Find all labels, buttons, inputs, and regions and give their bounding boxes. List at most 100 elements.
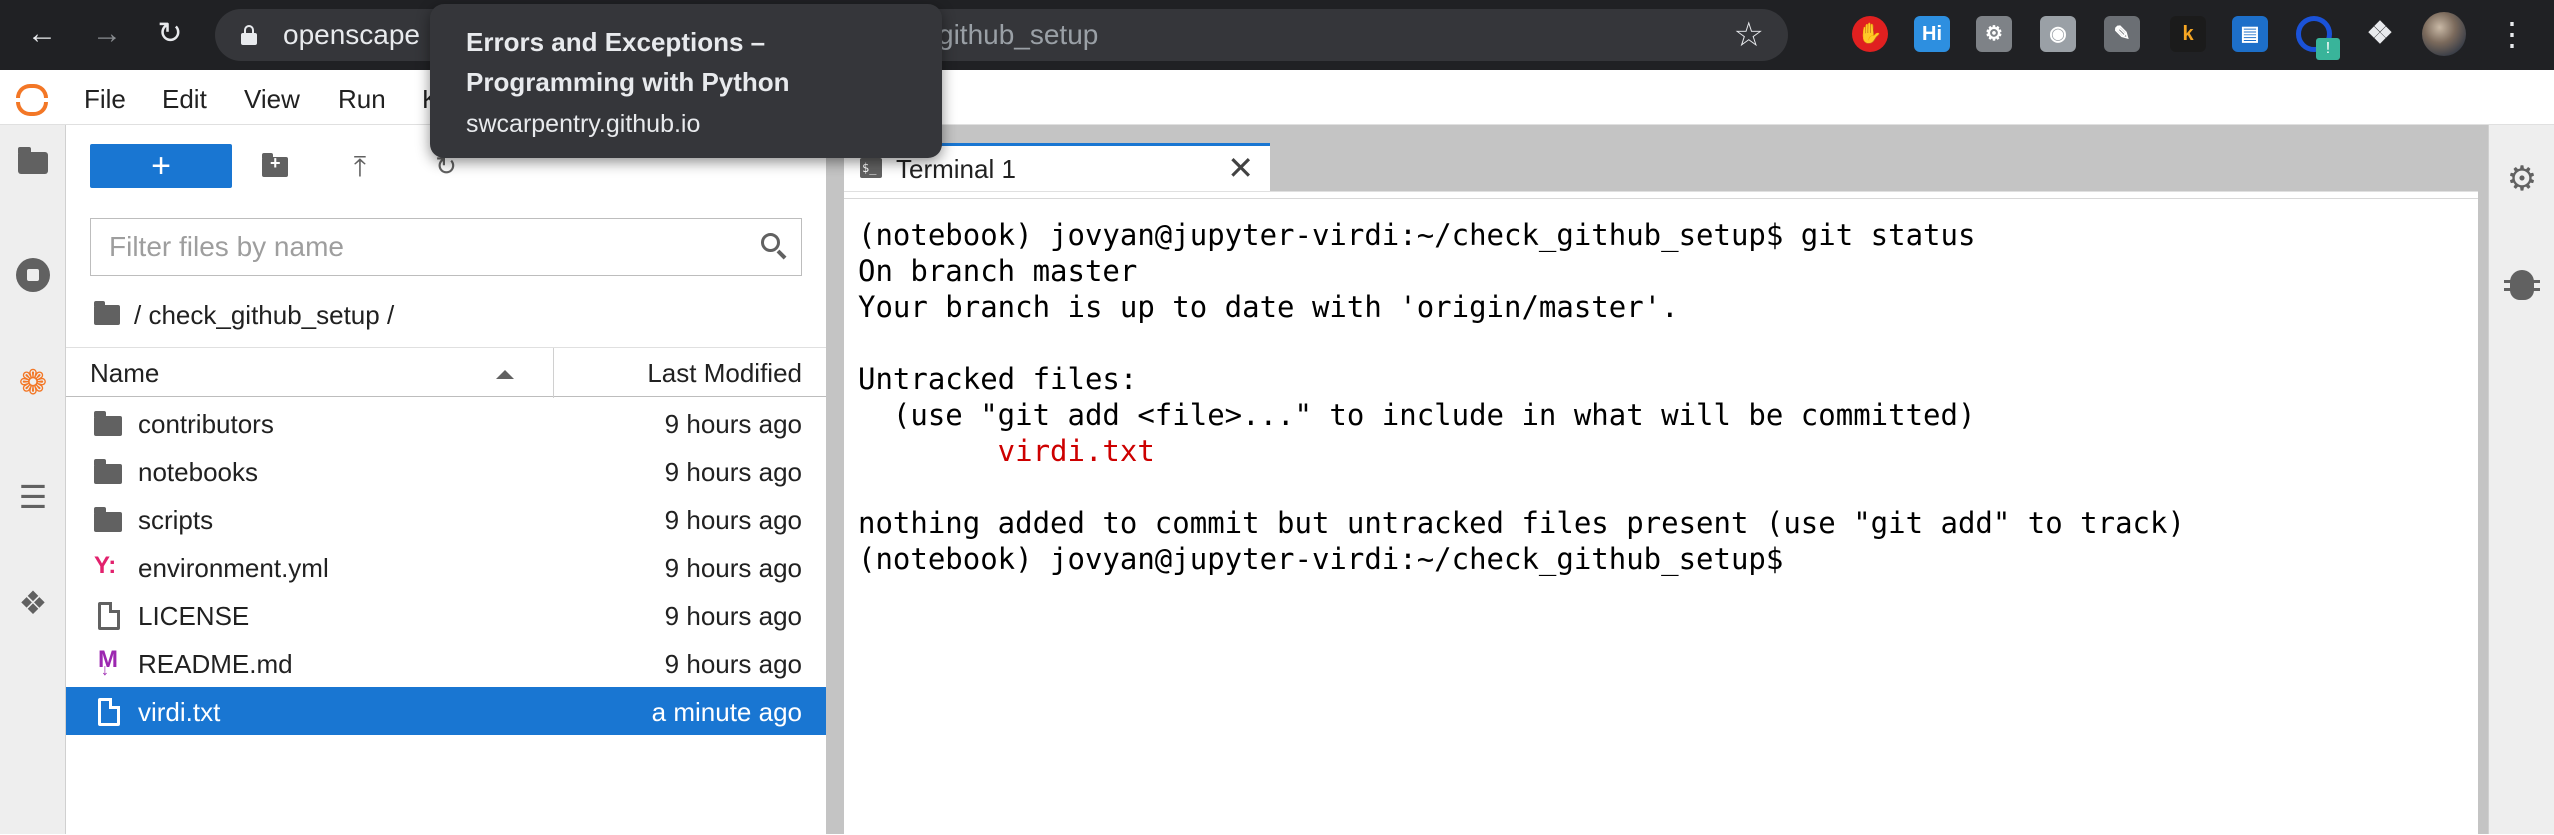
terminal-output: (notebook) jovyan@jupyter-virdi:~/check_… <box>858 217 2185 577</box>
folder-icon <box>94 506 122 532</box>
file-name: environment.yml <box>138 553 329 583</box>
new-folder-icon[interactable] <box>258 151 294 183</box>
hand-stop-extension-icon[interactable]: ✋ <box>1852 16 1888 52</box>
markdown-file-icon: M <box>94 646 122 680</box>
column-name-header[interactable]: Name <box>90 358 159 389</box>
filter-box <box>90 218 802 276</box>
file-name: scripts <box>138 505 214 535</box>
file-row[interactable]: LICENSE 9 hours ago <box>66 591 826 639</box>
reader-extension-icon[interactable]: ▤ <box>2232 16 2268 52</box>
back-arrow-icon[interactable]: ← <box>22 14 62 54</box>
text-file-icon <box>94 602 122 630</box>
property-inspector-gears-icon[interactable]: ⚙ <box>2489 149 2554 209</box>
file-browser-folder-icon[interactable] <box>0 133 66 193</box>
file-name: contributors <box>138 409 274 439</box>
terminal-line: Untracked files: <box>858 362 1138 396</box>
file-modified: 9 hours ago <box>664 601 802 631</box>
terminal-screen[interactable]: (notebook) jovyan@jupyter-virdi:~/check_… <box>844 198 2478 835</box>
terminal-line: nothing added to commit but untracked fi… <box>858 506 2185 540</box>
file-browser-panel: + ⤒ ↻ / check_github_setup / Name Last M… <box>66 125 826 834</box>
file-row-selected[interactable]: virdi.txt a minute ago <box>66 687 826 735</box>
panel-splitter[interactable] <box>826 125 840 834</box>
tooltip-title-line1: Errors and Exceptions – <box>466 27 766 57</box>
reload-icon[interactable]: ↻ <box>150 14 190 54</box>
file-modified: 9 hours ago <box>664 649 802 679</box>
jupyter-logo-icon <box>12 80 52 118</box>
bookmark-star-icon[interactable]: ☆ <box>1734 15 1764 55</box>
command-palette-icon[interactable]: ❁ <box>0 353 66 413</box>
terminal-line: (use "git add <file>..." to include in w… <box>858 398 1976 432</box>
file-row[interactable]: notebooks 9 hours ago <box>66 447 826 495</box>
file-list-header: Name Last Modified <box>66 347 826 398</box>
tooltip-title-line2: Programming with Python <box>466 67 790 97</box>
jupyter-menubar: File Edit View Run K <box>0 70 2554 125</box>
terminal-line: virdi.txt <box>858 434 1155 468</box>
file-name: virdi.txt <box>138 697 221 727</box>
running-stop-icon[interactable] <box>0 245 66 305</box>
tab-label: Terminal 1 <box>896 154 1016 184</box>
terminal-line: On branch master <box>858 254 1138 288</box>
column-last-modified-header[interactable]: Last Modified <box>647 358 802 389</box>
table-of-contents-icon[interactable]: ☰ <box>0 467 66 527</box>
menu-file[interactable]: File <box>84 84 126 115</box>
extension-manager-puzzle-icon[interactable]: ❖ <box>0 573 66 633</box>
tab-bar: $_ Terminal 1 ✕ <box>840 125 2488 191</box>
breadcrumb: / check_github_setup / <box>94 295 394 335</box>
url-path: github_setup <box>938 19 1099 50</box>
highlight-extension-icon[interactable]: Hi <box>1914 16 1950 52</box>
file-list: contributors 9 hours ago notebooks 9 hou… <box>66 399 826 735</box>
terminal-line: (notebook) jovyan@jupyter-virdi:~/check_… <box>858 542 1784 576</box>
tab-tooltip: Errors and Exceptions – Programming with… <box>430 4 942 158</box>
new-launcher-button[interactable]: + <box>90 144 232 188</box>
file-modified: a minute ago <box>651 697 802 727</box>
file-modified: 9 hours ago <box>664 409 802 439</box>
menu-run[interactable]: Run <box>338 84 386 115</box>
folder-icon <box>94 458 122 484</box>
terminal-panel[interactable]: (notebook) jovyan@jupyter-virdi:~/check_… <box>844 191 2478 835</box>
file-row[interactable]: M README.md 9 hours ago <box>66 639 826 687</box>
file-modified: 9 hours ago <box>664 457 802 487</box>
terminal-line: Your branch is up to date with 'origin/m… <box>858 290 1679 324</box>
file-row[interactable]: Y: environment.yml 9 hours ago <box>66 543 826 591</box>
file-modified: 9 hours ago <box>664 505 802 535</box>
file-row[interactable]: contributors 9 hours ago <box>66 399 826 447</box>
puzzle-extensions-icon[interactable]: ❖ <box>2362 16 2398 52</box>
close-icon[interactable]: ✕ <box>1227 150 1254 186</box>
more-vertical-icon[interactable]: ⋮ <box>2496 12 2528 56</box>
terminal-line: (notebook) jovyan@jupyter-virdi:~/check_… <box>858 218 1976 252</box>
pen-extension-icon[interactable]: ✎ <box>2104 16 2140 52</box>
k-extension-icon[interactable]: k <box>2170 16 2206 52</box>
menu-edit[interactable]: Edit <box>162 84 207 115</box>
main-dock-area: $_ Terminal 1 ✕ (notebook) jovyan@jupyte… <box>840 125 2488 835</box>
profile-avatar[interactable] <box>2422 12 2466 56</box>
browser-toolbar: ← → ↻ openscape github_setup ☆ ✋ Hi ⚙ ◉ … <box>0 0 2554 70</box>
filter-files-input[interactable] <box>91 219 741 275</box>
camera-extension-icon[interactable]: ◉ <box>2040 16 2076 52</box>
upload-icon[interactable]: ⤒ <box>342 151 378 183</box>
file-name: LICENSE <box>138 601 250 631</box>
debugger-bug-icon[interactable] <box>2489 255 2554 315</box>
wrench-extension-icon[interactable]: ⚙ <box>1976 16 2012 52</box>
yaml-file-icon: Y: <box>94 552 117 579</box>
text-file-icon <box>94 698 122 726</box>
lock-icon[interactable] <box>241 25 257 45</box>
home-folder-icon[interactable] <box>94 301 120 325</box>
extension-badge: ! <box>2316 38 2340 60</box>
search-icon <box>761 233 787 260</box>
folder-icon <box>94 410 122 436</box>
file-name: notebooks <box>138 457 258 487</box>
file-modified: 9 hours ago <box>664 553 802 583</box>
column-divider[interactable] <box>553 348 554 398</box>
right-sidebar: ⚙ <box>2488 125 2554 834</box>
forward-arrow-icon[interactable]: → <box>87 14 127 54</box>
file-row[interactable]: scripts 9 hours ago <box>66 495 826 543</box>
url-host: openscape <box>283 19 421 50</box>
left-activity-bar: ❁ ☰ ❖ <box>0 125 66 834</box>
tooltip-host: swcarpentry.github.io <box>466 110 701 138</box>
menu-view[interactable]: View <box>244 84 300 115</box>
sort-ascending-icon[interactable] <box>496 370 514 379</box>
file-name: README.md <box>138 649 293 679</box>
breadcrumb-path[interactable]: / check_github_setup / <box>134 300 394 331</box>
